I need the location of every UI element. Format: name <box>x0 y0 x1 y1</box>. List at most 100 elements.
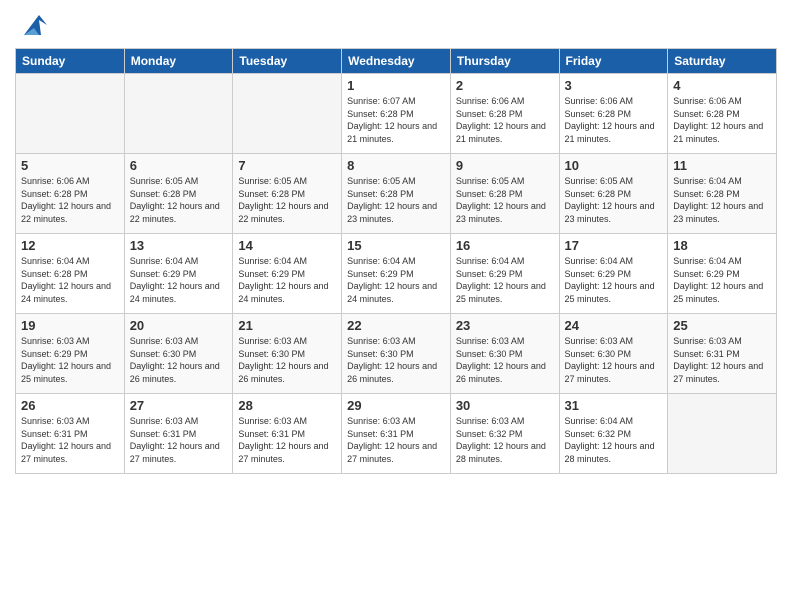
day-number: 27 <box>130 398 228 413</box>
day-number: 20 <box>130 318 228 333</box>
day-number: 8 <box>347 158 445 173</box>
day-info: Sunrise: 6:03 AMSunset: 6:30 PMDaylight:… <box>238 335 336 385</box>
calendar-day-cell: 4 Sunrise: 6:06 AMSunset: 6:28 PMDaylight… <box>668 74 777 154</box>
day-info: Sunrise: 6:03 AMSunset: 6:30 PMDaylight:… <box>456 335 554 385</box>
day-number: 19 <box>21 318 119 333</box>
day-info: Sunrise: 6:03 AMSunset: 6:30 PMDaylight:… <box>565 335 663 385</box>
day-info: Sunrise: 6:03 AMSunset: 6:31 PMDaylight:… <box>130 415 228 465</box>
calendar-day-cell: 3 Sunrise: 6:06 AMSunset: 6:28 PMDaylight… <box>559 74 668 154</box>
day-number: 9 <box>456 158 554 173</box>
calendar-day-cell <box>233 74 342 154</box>
day-info: Sunrise: 6:04 AMSunset: 6:29 PMDaylight:… <box>130 255 228 305</box>
calendar-week-row: 5Sunrise: 6:06 AMSunset: 6:28 PMDaylight… <box>16 154 777 234</box>
calendar-day-cell: 7 Sunrise: 6:05 AMSunset: 6:28 PMDaylight… <box>233 154 342 234</box>
day-number: 14 <box>238 238 336 253</box>
calendar-day-cell <box>124 74 233 154</box>
calendar-day-cell: 13Sunrise: 6:04 AMSunset: 6:29 PMDayligh… <box>124 234 233 314</box>
calendar-day-cell: 16 Sunrise: 6:04 AMSunset: 6:29 PMDayligh… <box>450 234 559 314</box>
day-info: Sunrise: 6:04 AMSunset: 6:29 PMDaylight:… <box>347 255 445 305</box>
day-number: 6 <box>130 158 228 173</box>
day-number: 25 <box>673 318 771 333</box>
calendar-day-header: Wednesday <box>342 49 451 74</box>
day-number: 26 <box>21 398 119 413</box>
calendar-day-cell: 20 Sunrise: 6:03 AMSunset: 6:30 PMDayligh… <box>124 314 233 394</box>
calendar-day-cell: 11Sunrise: 6:04 AMSunset: 6:28 PMDayligh… <box>668 154 777 234</box>
calendar-day-cell: 26Sunrise: 6:03 AMSunset: 6:31 PMDayligh… <box>16 394 125 474</box>
calendar-day-cell: 24 Sunrise: 6:03 AMSunset: 6:30 PMDayligh… <box>559 314 668 394</box>
calendar-day-cell: 6 Sunrise: 6:05 AMSunset: 6:28 PMDaylight… <box>124 154 233 234</box>
calendar-day-cell: 22Sunrise: 6:03 AMSunset: 6:30 PMDayligh… <box>342 314 451 394</box>
day-info: Sunrise: 6:04 AMSunset: 6:29 PMDaylight:… <box>673 255 771 305</box>
calendar-day-cell: 17 Sunrise: 6:04 AMSunset: 6:29 PMDayligh… <box>559 234 668 314</box>
calendar-day-cell: 1 Sunrise: 6:07 AMSunset: 6:28 PMDaylight… <box>342 74 451 154</box>
calendar-week-row: 26 Sunrise: 6:03 AMSunset: 6:31 PMDayligh… <box>16 394 777 474</box>
calendar-day-header: Tuesday <box>233 49 342 74</box>
day-number: 16 <box>456 238 554 253</box>
calendar-day-cell: 18 Sunrise: 6:04 AMSunset: 6:29 PMDayligh… <box>668 234 777 314</box>
day-number: 22 <box>347 318 445 333</box>
day-number: 3 <box>565 78 663 93</box>
calendar-day-cell: 29 Sunrise: 6:03 AMSunset: 6:31 PMDayligh… <box>342 394 451 474</box>
day-info: Sunrise: 6:03 AMSunset: 6:30 PMDaylight:… <box>130 335 228 385</box>
calendar-day-header: Monday <box>124 49 233 74</box>
day-info: Sunrise: 6:03 AMSunset: 6:31 PMDaylight:… <box>673 335 771 385</box>
day-number: 10 <box>565 158 663 173</box>
day-info: Sunrise: 6:03 AMSunset: 6:31 PMDaylight:… <box>238 415 336 465</box>
day-number: 29 <box>347 398 445 413</box>
day-info: Sunrise: 6:06 AMSunset: 6:28 PMDaylight:… <box>565 95 663 145</box>
day-info: Sunrise: 6:04 AMSunset: 6:29 PMDaylight:… <box>456 255 554 305</box>
calendar-day-cell: 19Sunrise: 6:03 AMSunset: 6:29 PMDayligh… <box>16 314 125 394</box>
calendar-day-cell: 27 Sunrise: 6:03 AMSunset: 6:31 PMDayligh… <box>124 394 233 474</box>
calendar-day-header: Sunday <box>16 49 125 74</box>
day-number: 11 <box>673 158 771 173</box>
calendar-day-cell <box>668 394 777 474</box>
calendar-day-cell: 5Sunrise: 6:06 AMSunset: 6:28 PMDaylight… <box>16 154 125 234</box>
day-number: 15 <box>347 238 445 253</box>
calendar-day-cell: 23 Sunrise: 6:03 AMSunset: 6:30 PMDayligh… <box>450 314 559 394</box>
calendar-day-cell: 21Sunrise: 6:03 AMSunset: 6:30 PMDayligh… <box>233 314 342 394</box>
calendar-week-row: 12Sunrise: 6:04 AMSunset: 6:28 PMDayligh… <box>16 234 777 314</box>
page-header <box>15 10 777 40</box>
day-info: Sunrise: 6:04 AMSunset: 6:32 PMDaylight:… <box>565 415 663 465</box>
day-info: Sunrise: 6:05 AMSunset: 6:28 PMDaylight:… <box>238 175 336 225</box>
calendar-day-cell: 25 Sunrise: 6:03 AMSunset: 6:31 PMDayligh… <box>668 314 777 394</box>
calendar-header-row: SundayMondayTuesdayWednesdayThursdayFrid… <box>16 49 777 74</box>
day-info: Sunrise: 6:05 AMSunset: 6:28 PMDaylight:… <box>347 175 445 225</box>
day-number: 1 <box>347 78 445 93</box>
day-number: 28 <box>238 398 336 413</box>
day-info: Sunrise: 6:03 AMSunset: 6:31 PMDaylight:… <box>347 415 445 465</box>
calendar-day-header: Thursday <box>450 49 559 74</box>
day-number: 18 <box>673 238 771 253</box>
calendar-day-cell: 28 Sunrise: 6:03 AMSunset: 6:31 PMDayligh… <box>233 394 342 474</box>
day-info: Sunrise: 6:05 AMSunset: 6:28 PMDaylight:… <box>565 175 663 225</box>
calendar-day-cell: 8 Sunrise: 6:05 AMSunset: 6:28 PMDaylight… <box>342 154 451 234</box>
day-info: Sunrise: 6:06 AMSunset: 6:28 PMDaylight:… <box>673 95 771 145</box>
day-number: 2 <box>456 78 554 93</box>
calendar-week-row: 19Sunrise: 6:03 AMSunset: 6:29 PMDayligh… <box>16 314 777 394</box>
calendar-week-row: 1 Sunrise: 6:07 AMSunset: 6:28 PMDaylight… <box>16 74 777 154</box>
calendar-day-cell: 12Sunrise: 6:04 AMSunset: 6:28 PMDayligh… <box>16 234 125 314</box>
calendar-day-cell: 9 Sunrise: 6:05 AMSunset: 6:28 PMDaylight… <box>450 154 559 234</box>
day-info: Sunrise: 6:06 AMSunset: 6:28 PMDaylight:… <box>21 175 119 225</box>
day-number: 23 <box>456 318 554 333</box>
calendar-day-cell: 15 Sunrise: 6:04 AMSunset: 6:29 PMDayligh… <box>342 234 451 314</box>
calendar-day-header: Friday <box>559 49 668 74</box>
calendar-day-cell: 2Sunrise: 6:06 AMSunset: 6:28 PMDaylight… <box>450 74 559 154</box>
day-number: 31 <box>565 398 663 413</box>
calendar-day-cell: 30Sunrise: 6:03 AMSunset: 6:32 PMDayligh… <box>450 394 559 474</box>
day-number: 4 <box>673 78 771 93</box>
calendar-day-cell <box>16 74 125 154</box>
day-info: Sunrise: 6:05 AMSunset: 6:28 PMDaylight:… <box>456 175 554 225</box>
logo <box>15 10 49 40</box>
calendar-day-cell: 14Sunrise: 6:04 AMSunset: 6:29 PMDayligh… <box>233 234 342 314</box>
day-number: 17 <box>565 238 663 253</box>
calendar-table: SundayMondayTuesdayWednesdayThursdayFrid… <box>15 48 777 474</box>
day-info: Sunrise: 6:07 AMSunset: 6:28 PMDaylight:… <box>347 95 445 145</box>
logo-icon <box>19 10 49 40</box>
calendar-day-cell: 31 Sunrise: 6:04 AMSunset: 6:32 PMDayligh… <box>559 394 668 474</box>
day-number: 24 <box>565 318 663 333</box>
page-container: SundayMondayTuesdayWednesdayThursdayFrid… <box>0 0 792 484</box>
day-info: Sunrise: 6:04 AMSunset: 6:29 PMDaylight:… <box>565 255 663 305</box>
day-info: Sunrise: 6:05 AMSunset: 6:28 PMDaylight:… <box>130 175 228 225</box>
day-number: 7 <box>238 158 336 173</box>
